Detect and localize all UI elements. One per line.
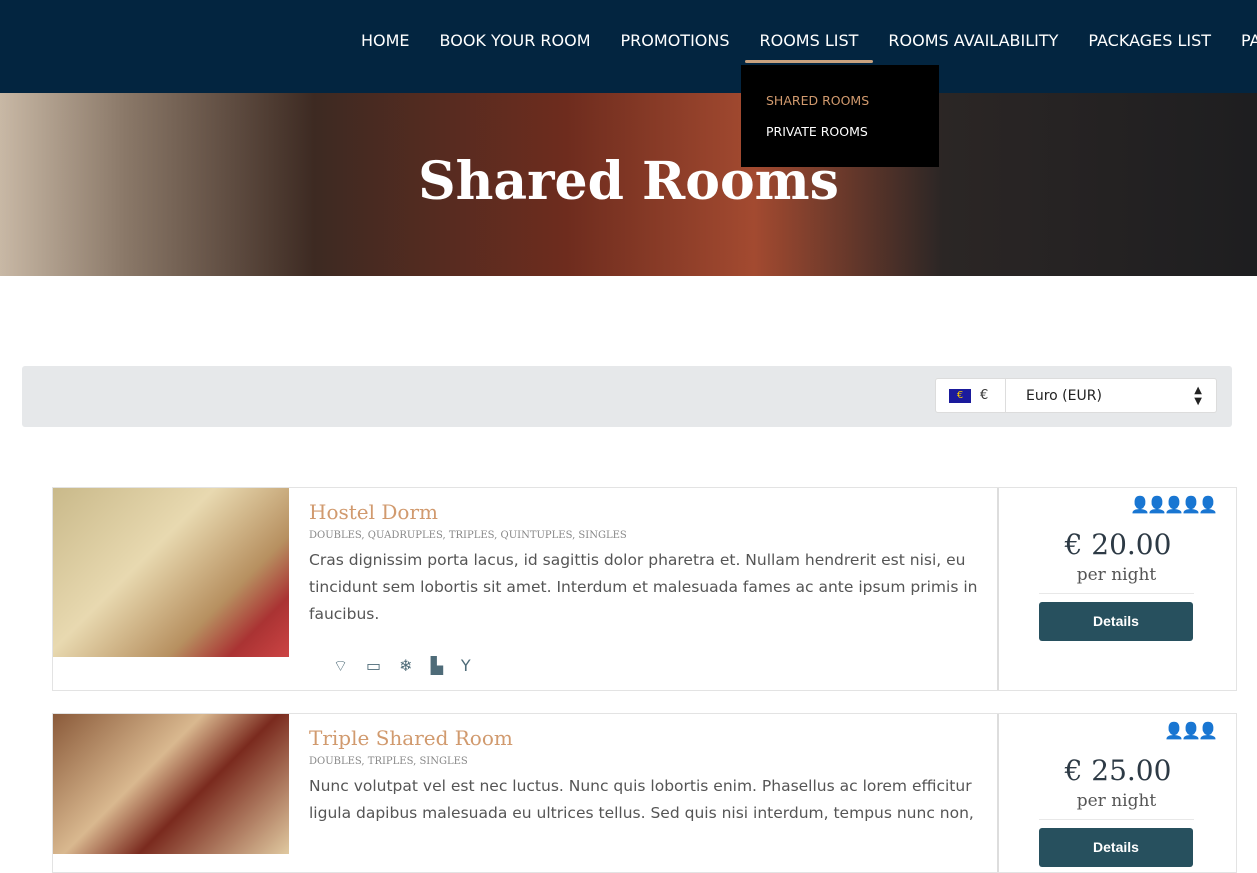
price-unit: per night bbox=[1039, 791, 1194, 820]
price-unit: per night bbox=[1039, 565, 1194, 594]
dropdown-private-rooms[interactable]: PRIVATE ROOMS bbox=[741, 123, 939, 154]
details-button[interactable]: Details bbox=[1039, 602, 1193, 641]
room-title[interactable]: Triple Shared Room bbox=[309, 726, 989, 750]
room-description: Cras dignissim porta lacus, id sagittis … bbox=[309, 551, 978, 623]
details-button[interactable]: Details bbox=[1039, 828, 1193, 867]
rooms-list-dropdown: SHARED ROOMS PRIVATE ROOMS bbox=[741, 65, 939, 167]
room-description: Nunc volutpat vel est nec luctus. Nunc q… bbox=[309, 777, 974, 822]
air-conditioning-icon: ❄ bbox=[399, 656, 413, 675]
room-image[interactable] bbox=[53, 714, 289, 854]
room-price: € 20.00 bbox=[1064, 528, 1172, 561]
capacity-icons: 👤👤👤👤👤 bbox=[1130, 495, 1218, 514]
currency-symbol: € bbox=[978, 378, 1006, 413]
top-navigation: HOME BOOK YOUR ROOM PROMOTIONS ROOMS LIS… bbox=[0, 0, 1257, 93]
capacity-icons: 👤👤👤 bbox=[1164, 721, 1218, 740]
amenities: ⌔ ▭ ❄ ▙ Y bbox=[333, 656, 471, 676]
bathtub-icon: ▙ bbox=[430, 656, 443, 675]
wifi-icon: ⌔ bbox=[333, 656, 349, 675]
select-arrows-icon: ▲ ▼ bbox=[1194, 384, 1202, 407]
hero-banner: Shared Rooms bbox=[0, 93, 1257, 276]
tv-icon: ▭ bbox=[366, 656, 382, 675]
dropdown-shared-rooms[interactable]: SHARED ROOMS bbox=[741, 92, 939, 123]
nav-rooms-list[interactable]: ROOMS LIST bbox=[744, 30, 874, 63]
bar-icon: Y bbox=[460, 656, 471, 675]
nav-packages-list[interactable]: PACKAGES LIST bbox=[1073, 30, 1226, 63]
room-image[interactable] bbox=[53, 488, 289, 657]
nav-packages[interactable]: PACKAGES bbox=[1226, 30, 1257, 63]
room-card: Triple Shared Room DOUBLES, TRIPLES, SIN… bbox=[52, 713, 1237, 873]
page-title: Shared Rooms bbox=[418, 151, 839, 212]
room-card: Hostel Dorm DOUBLES, QUADRUPLES, TRIPLES… bbox=[52, 487, 1237, 691]
room-types: DOUBLES, QUADRUPLES, TRIPLES, QUINTUPLES… bbox=[309, 530, 627, 541]
currency-bar: € € Euro (EUR) ▲ ▼ bbox=[22, 366, 1232, 427]
room-price: € 25.00 bbox=[1064, 754, 1172, 787]
nav-rooms-availability[interactable]: ROOMS AVAILABILITY bbox=[873, 30, 1073, 63]
nav-home[interactable]: HOME bbox=[346, 30, 425, 63]
room-types: DOUBLES, TRIPLES, SINGLES bbox=[309, 756, 468, 767]
currency-value: Euro (EUR) bbox=[1026, 387, 1102, 404]
currency-select[interactable]: € € Euro (EUR) ▲ ▼ bbox=[935, 378, 1217, 413]
room-title[interactable]: Hostel Dorm bbox=[309, 500, 989, 524]
nav-promotions[interactable]: PROMOTIONS bbox=[606, 30, 745, 63]
eu-flag-icon: € bbox=[949, 388, 971, 403]
nav-book-your-room[interactable]: BOOK YOUR ROOM bbox=[425, 30, 606, 63]
